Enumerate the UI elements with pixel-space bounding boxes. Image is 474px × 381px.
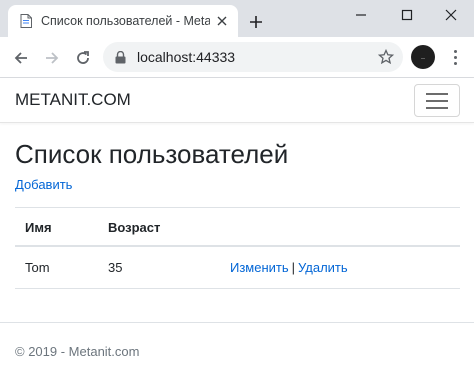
address-bar[interactable]: localhost:44333 xyxy=(103,42,403,72)
site-navbar: METANIT.COM xyxy=(0,78,474,123)
delete-link[interactable]: Удалить xyxy=(298,260,348,275)
table-header-row: Имя Возраст xyxy=(15,207,460,247)
header-age: Возраст xyxy=(108,220,161,235)
browser-tab[interactable]: Список пользователей - Metanit. xyxy=(8,5,238,37)
close-window-icon[interactable] xyxy=(428,0,474,30)
back-arrow-icon[interactable] xyxy=(8,45,34,71)
url-text[interactable]: localhost:44333 xyxy=(137,49,235,65)
lock-icon[interactable] xyxy=(113,50,127,64)
footer-copyright: © 2019 - Metanit.com xyxy=(15,344,140,359)
page-title: Список пользователей xyxy=(15,139,289,169)
site-footer: © 2019 - Metanit.com xyxy=(0,322,474,381)
edit-link[interactable]: Изменить xyxy=(230,260,289,275)
browser-menu-icon[interactable] xyxy=(445,45,465,69)
page-content: METANIT.COM Список пользователей Добавит… xyxy=(0,78,474,381)
maximize-icon[interactable] xyxy=(384,0,430,30)
forward-arrow-icon[interactable] xyxy=(39,45,65,71)
cell-name: Tom xyxy=(25,260,50,275)
action-separator: | xyxy=(291,260,296,275)
bookmark-star-icon[interactable] xyxy=(377,48,395,66)
row-actions: Изменить | Удалить xyxy=(230,260,348,275)
add-user-link[interactable]: Добавить xyxy=(15,177,72,192)
close-tab-icon[interactable] xyxy=(214,13,230,29)
users-table: Имя Возраст Tom 35 Изменить | Удалить xyxy=(15,207,460,289)
tab-strip: Список пользователей - Metanit. xyxy=(0,0,474,37)
page-icon xyxy=(20,14,32,28)
cell-age: 35 xyxy=(108,260,123,275)
header-name: Имя xyxy=(25,220,52,235)
minimize-icon[interactable] xyxy=(338,0,384,30)
profile-avatar[interactable]: — xyxy=(411,45,435,69)
profile-label: — xyxy=(421,54,425,60)
reload-icon[interactable] xyxy=(70,45,96,71)
table-row: Tom 35 Изменить | Удалить xyxy=(15,247,460,289)
browser-toolbar: localhost:44333 — xyxy=(0,37,474,78)
site-brand[interactable]: METANIT.COM xyxy=(15,90,131,110)
new-tab-icon[interactable] xyxy=(246,12,266,32)
tab-title: Список пользователей - Metanit. xyxy=(41,14,210,28)
navbar-toggler-icon[interactable] xyxy=(414,84,460,117)
